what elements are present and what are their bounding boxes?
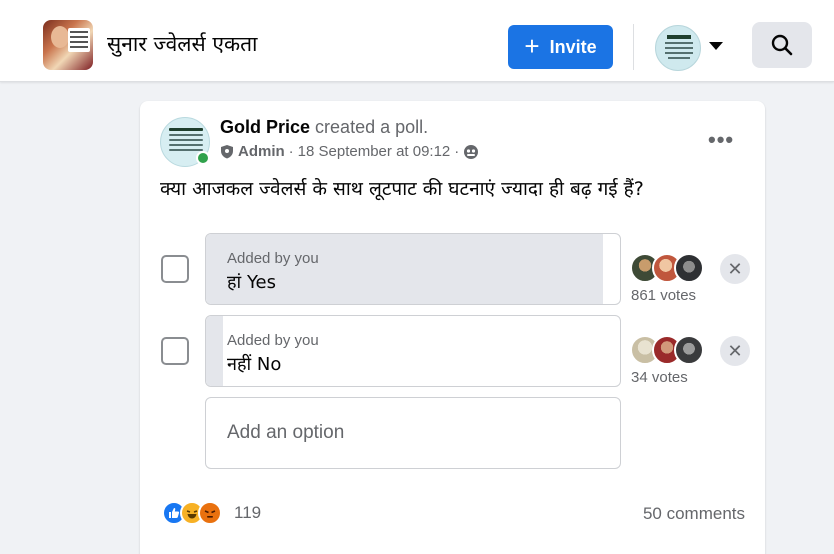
option-text: नहीं No (227, 354, 282, 375)
option-checkbox-yes[interactable] (161, 255, 189, 283)
poll-option-no[interactable]: Added by you नहीं No (205, 315, 621, 387)
caret-down-icon[interactable] (709, 42, 723, 50)
post-header-line: Gold Price created a poll. (220, 117, 428, 138)
vote-count[interactable]: 861 votes (631, 287, 696, 304)
option-checkbox-no[interactable] (161, 337, 189, 365)
vote-count[interactable]: 34 votes (631, 369, 688, 386)
invite-button[interactable]: + Invite (508, 25, 613, 69)
post-meta: Admin · 18 September at 09:12 · (220, 143, 479, 160)
option-text: हां Yes (227, 272, 276, 293)
author-name[interactable]: Gold Price (220, 117, 310, 137)
remove-option-icon[interactable]: ✕ (720, 336, 750, 366)
angry-reaction-icon (198, 501, 222, 525)
group-cover-thumbnail[interactable] (43, 20, 93, 70)
plus-icon: + (524, 30, 540, 61)
invite-label: Invite (549, 36, 597, 57)
voter-avatar (674, 253, 704, 283)
search-button[interactable] (752, 22, 812, 68)
post-timestamp[interactable]: 18 September at 09:12 (298, 143, 451, 160)
search-icon (771, 34, 793, 56)
group-audience-icon[interactable] (463, 144, 479, 160)
meta-separator: · (454, 143, 460, 160)
add-option-input[interactable] (205, 397, 621, 469)
poll-question: क्या आजकल ज्वेलर्स के साथ लूटपाट की घटना… (160, 178, 644, 200)
remove-option-icon[interactable]: ✕ (720, 254, 750, 284)
poll-post-card: Gold Price created a poll. Admin · 18 Se… (140, 101, 765, 554)
vote-share-bar (206, 316, 223, 386)
voter-avatars[interactable] (630, 253, 704, 283)
added-by-label: Added by you (227, 250, 319, 267)
profile-avatar[interactable] (655, 25, 701, 71)
reaction-count: 119 (234, 503, 262, 522)
author-role[interactable]: Admin (238, 143, 285, 160)
meta-separator: · (288, 143, 294, 160)
admin-shield-icon (221, 145, 233, 159)
voter-avatars[interactable] (630, 335, 704, 365)
voter-avatar (674, 335, 704, 365)
comments-count-link[interactable]: 50 comments (643, 504, 745, 524)
post-action-text: created a poll. (315, 117, 429, 137)
group-title[interactable]: सुनार ज्वेलर्स एकता (107, 30, 258, 58)
more-options-icon[interactable]: ••• (708, 127, 734, 153)
online-status-dot (196, 151, 210, 165)
group-header: सुनार ज्वेलर्स एकता + Invite (0, 0, 834, 82)
reactions-summary[interactable]: 119 (162, 501, 261, 525)
poll-option-yes[interactable]: Added by you हां Yes (205, 233, 621, 305)
header-divider (633, 24, 634, 70)
added-by-label: Added by you (227, 332, 319, 349)
